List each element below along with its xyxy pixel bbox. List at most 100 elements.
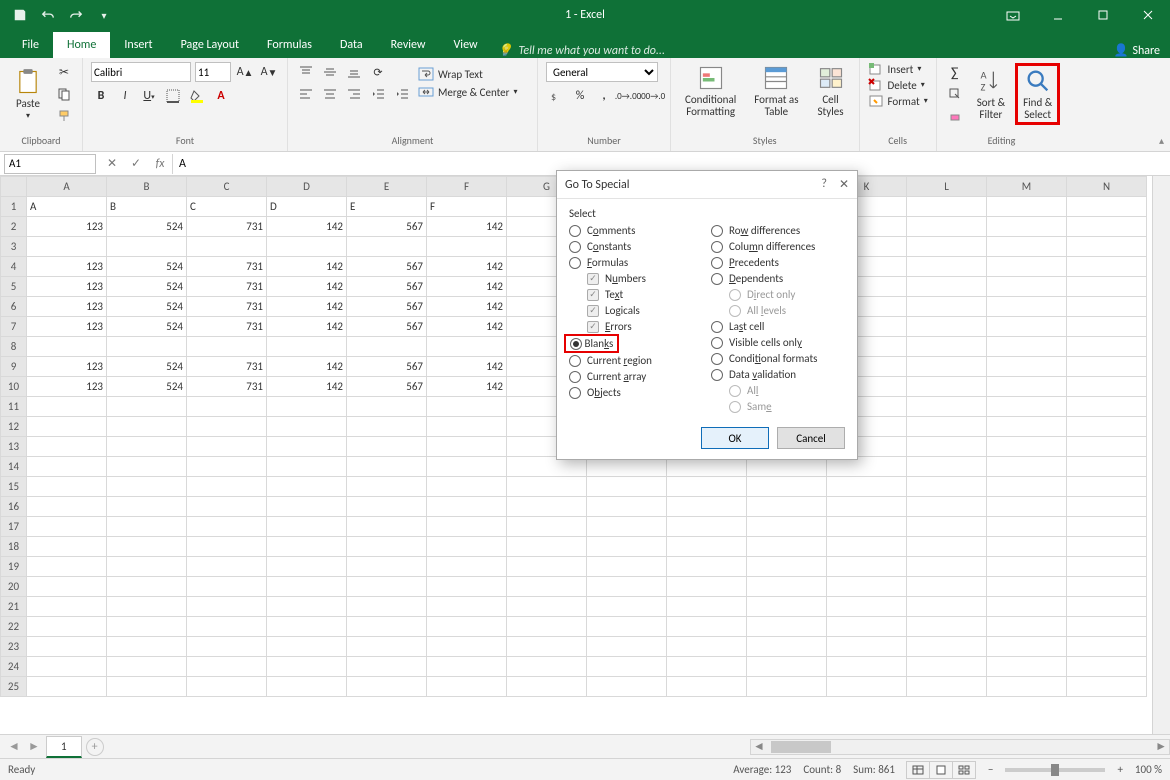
cell[interactable] (507, 477, 587, 497)
cell[interactable] (1067, 517, 1147, 537)
cell[interactable] (267, 577, 347, 597)
cell[interactable] (907, 337, 987, 357)
cell[interactable] (347, 617, 427, 637)
cell[interactable]: 731 (187, 257, 267, 277)
cell[interactable] (347, 577, 427, 597)
cell[interactable] (907, 317, 987, 337)
row-header[interactable]: 23 (1, 637, 27, 657)
bold-button[interactable]: B (91, 86, 111, 106)
cell[interactable] (427, 557, 507, 577)
cell[interactable] (187, 677, 267, 697)
tab-file[interactable]: File (8, 32, 53, 58)
cell[interactable] (907, 677, 987, 697)
row-header[interactable]: 5 (1, 277, 27, 297)
cell[interactable] (667, 677, 747, 697)
cell[interactable] (507, 677, 587, 697)
cell[interactable]: 142 (267, 377, 347, 397)
cell[interactable] (987, 497, 1067, 517)
tab-page-layout[interactable]: Page Layout (167, 32, 253, 58)
fill-color-icon[interactable] (187, 86, 207, 106)
increase-indent-icon[interactable] (392, 84, 412, 104)
cell[interactable] (667, 577, 747, 597)
zoom-in-button[interactable]: + (1117, 763, 1122, 776)
cell[interactable] (107, 517, 187, 537)
cell[interactable]: F (427, 197, 507, 217)
cell[interactable] (907, 277, 987, 297)
cell[interactable] (907, 237, 987, 257)
cell[interactable] (347, 537, 427, 557)
cell[interactable] (427, 397, 507, 417)
cell[interactable] (1067, 257, 1147, 277)
cell[interactable] (987, 237, 1067, 257)
cell[interactable] (1067, 577, 1147, 597)
cell[interactable] (1067, 637, 1147, 657)
cell[interactable] (667, 657, 747, 677)
cell[interactable] (427, 417, 507, 437)
italic-button[interactable]: I (115, 86, 135, 106)
cell[interactable] (667, 597, 747, 617)
cell[interactable] (587, 617, 667, 637)
sort-filter-button[interactable]: AZSort & Filter (971, 65, 1011, 123)
cell[interactable] (907, 297, 987, 317)
cell[interactable] (587, 517, 667, 537)
page-layout-view-icon[interactable] (929, 761, 953, 779)
cell[interactable] (347, 337, 427, 357)
cell[interactable] (347, 557, 427, 577)
tab-view[interactable]: View (440, 32, 492, 58)
cell[interactable] (747, 677, 827, 697)
cell[interactable] (187, 437, 267, 457)
cell[interactable]: 731 (187, 217, 267, 237)
option-errors[interactable]: Errors (569, 320, 703, 333)
decrease-decimal-icon[interactable]: .00→.0 (642, 86, 662, 106)
cancel-formula-icon[interactable]: ✕ (100, 154, 124, 174)
cell[interactable] (987, 557, 1067, 577)
cell[interactable] (1067, 657, 1147, 677)
cell[interactable] (27, 337, 107, 357)
row-header[interactable]: 3 (1, 237, 27, 257)
row-header[interactable]: 10 (1, 377, 27, 397)
cell[interactable] (427, 517, 507, 537)
cell[interactable] (187, 517, 267, 537)
option-visible-cells-only[interactable]: Visible cells only (711, 336, 845, 349)
cell[interactable]: 142 (267, 277, 347, 297)
cell[interactable] (827, 477, 907, 497)
cell[interactable] (667, 557, 747, 577)
cell[interactable] (1067, 217, 1147, 237)
option-constants[interactable]: Constants (569, 240, 703, 253)
cell[interactable] (1067, 557, 1147, 577)
cell[interactable]: 567 (347, 277, 427, 297)
cell[interactable] (347, 237, 427, 257)
sheet-nav-next-icon[interactable]: ► (26, 738, 42, 756)
cell[interactable] (667, 537, 747, 557)
cell[interactable] (27, 637, 107, 657)
cell[interactable] (747, 517, 827, 537)
cell[interactable]: 142 (427, 257, 507, 277)
cell[interactable] (187, 557, 267, 577)
cell[interactable]: 524 (107, 277, 187, 297)
option-numbers[interactable]: Numbers (569, 272, 703, 285)
cell[interactable] (347, 397, 427, 417)
row-header[interactable]: 12 (1, 417, 27, 437)
cell[interactable]: 567 (347, 217, 427, 237)
cell[interactable] (907, 657, 987, 677)
format-cells-button[interactable]: Format▾ (868, 94, 928, 108)
cell[interactable] (987, 277, 1067, 297)
redo-icon[interactable] (64, 3, 88, 27)
cell[interactable] (427, 657, 507, 677)
cell[interactable] (27, 657, 107, 677)
cell[interactable] (187, 617, 267, 637)
qat-customize-icon[interactable]: ▾ (92, 3, 116, 27)
cell[interactable] (587, 657, 667, 677)
zoom-slider[interactable] (1005, 768, 1105, 772)
cell[interactable] (427, 677, 507, 697)
row-header[interactable]: 4 (1, 257, 27, 277)
cell[interactable] (1067, 537, 1147, 557)
cell[interactable] (747, 477, 827, 497)
cell[interactable] (27, 517, 107, 537)
cell[interactable] (1067, 277, 1147, 297)
cell[interactable] (347, 657, 427, 677)
cell[interactable] (267, 597, 347, 617)
cell[interactable] (187, 337, 267, 357)
option-current-array[interactable]: Current array (569, 370, 703, 383)
font-color-icon[interactable]: A (211, 86, 231, 106)
